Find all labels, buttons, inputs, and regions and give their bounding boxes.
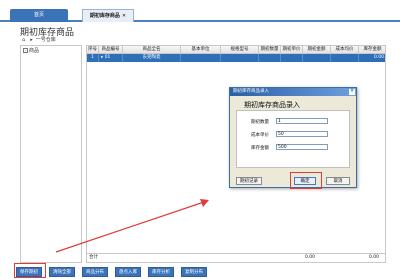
history-button[interactable]: 期初记录 [236,177,262,185]
table-cell: 0.00 [359,54,385,62]
table-cell [221,54,259,62]
chevron-right-icon: ▸ [30,37,33,43]
dialog-titlebar[interactable]: 期初库存商品录入 ✕ [230,88,356,96]
table-cell [181,54,221,62]
column-header[interactable]: 期初金额 [303,46,331,54]
tab-opening-stock[interactable]: 期初库存商品 ✕ [82,9,134,22]
footer-amount: 0.00 [305,255,316,260]
qty-label: 期初数量 [251,120,269,125]
cancel-button[interactable]: 取消 [326,177,350,185]
qty-input[interactable]: 1 [276,118,328,124]
breadcrumb-warehouse[interactable]: 一号仓库 [36,37,56,43]
tree-item-goods[interactable]: - 商品 [23,47,39,54]
collapse-icon[interactable]: - [23,48,28,53]
dialog-title: 期初库存商品录入 [233,89,269,94]
column-header[interactable]: 规格型号 [221,46,259,54]
tree-item-label: 商品 [29,48,40,54]
column-header[interactable]: 库存金额 [359,46,385,54]
unit-cost-label: 成本单价 [251,133,269,138]
grid-footer: 合计 0.00 0.00 [87,253,385,262]
bottom-toolbar: 保存期初 清除全部 商品分布 盘点入库 库存分析 复制分布 [12,264,400,279]
column-header[interactable]: 基本单位 [181,46,221,54]
breadcrumb: ⌂ ▸ 一号仓库 [22,36,56,43]
table-cell: 1 [87,54,99,62]
footer-total: 0.00 [369,255,380,260]
table-row[interactable]: 1 ▸ 01 东莞陶瓷 0.00 [87,54,385,62]
tab-opening-stock-label: 期初库存商品 [89,13,120,19]
tab-bar: 首页 期初库存商品 ✕ [0,0,400,22]
goods-distribution-button[interactable]: 商品分布 [82,267,108,277]
stock-amount-label: 库存金额 [251,146,269,151]
table-cell [259,54,281,62]
grid-header: 序号 商品编号 商品全名 基本单位 规格型号 期初数量 期初单价 期初金额 成本… [87,46,385,54]
ok-button[interactable]: 确定 [294,177,316,185]
table-cell: ▸ 01 [99,54,123,62]
copy-distribution-button[interactable]: 复制分布 [181,267,207,277]
column-header[interactable]: 序号 [87,46,99,54]
footer-total-label: 合计 [89,255,98,260]
save-opening-button[interactable]: 保存期初 [16,267,42,277]
close-icon[interactable]: ✕ [349,89,355,95]
stock-amount-input[interactable]: 500 [276,144,328,150]
column-header[interactable]: 商品编号 [99,46,123,54]
column-header[interactable]: 期初数量 [259,46,281,54]
column-header[interactable]: 期初单价 [281,46,303,54]
stock-analysis-button[interactable]: 库存分析 [148,267,174,277]
category-tree: - 商品 [20,45,82,263]
dialog-form: 期初数量 1 成本单价 50 库存金额 500 [236,110,350,168]
tab-home-label: 首页 [33,12,44,18]
home-icon[interactable]: ⌂ [22,37,25,43]
tab-home[interactable]: 首页 [10,9,68,22]
close-icon[interactable]: ✕ [122,13,126,19]
table-cell [281,54,303,62]
opening-stock-dialog: 期初库存商品录入 ✕ 期初库存商品录入 期初数量 1 成本单价 50 库存金额 … [229,87,357,188]
dialog-heading: 期初库存商品录入 [244,101,300,109]
stocktake-button[interactable]: 盘点入库 [115,267,141,277]
unit-cost-input[interactable]: 50 [276,131,328,137]
column-header[interactable]: 成本均价 [331,46,359,54]
table-cell: 东莞陶瓷 [123,54,181,62]
table-cell [331,54,359,62]
column-header[interactable]: 商品全名 [123,46,181,54]
table-cell [303,54,331,62]
clear-all-button[interactable]: 清除全部 [49,267,75,277]
